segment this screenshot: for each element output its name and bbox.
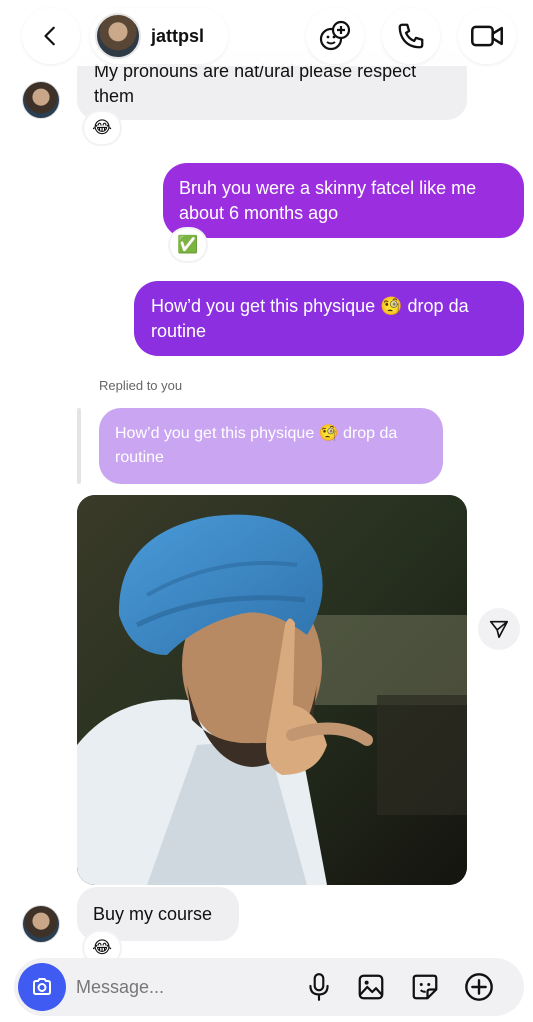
phone-icon (398, 23, 424, 49)
sticker-icon (412, 974, 438, 1000)
plus-icon (465, 973, 493, 1001)
microphone-icon (309, 973, 329, 1001)
share-button[interactable] (478, 608, 520, 650)
image-icon (358, 974, 384, 1000)
sender-avatar[interactable] (22, 905, 60, 943)
camera-icon (33, 978, 51, 995)
gallery-button[interactable] (354, 970, 388, 1004)
gif-message[interactable] (77, 495, 467, 885)
send-icon (489, 620, 509, 639)
outgoing-message[interactable]: Bruh you were a skinny fatcel like me ab… (163, 163, 524, 238)
message-text: Buy my course (93, 904, 213, 924)
call-button[interactable] (382, 8, 440, 64)
message-composer (14, 958, 524, 1016)
message-reaction[interactable]: ✅ (170, 229, 206, 261)
header-username[interactable]: jattpsl (151, 26, 204, 47)
chevron-left-icon (44, 26, 55, 46)
profile-chip[interactable]: jattpsl (90, 8, 228, 64)
chat-header: jattpsl (0, 0, 533, 66)
message-text: How’d you get this physique 🧐 drop da ro… (151, 296, 469, 341)
back-button[interactable] (22, 8, 80, 64)
message-text: My pronouns are nat/ural please respect … (94, 61, 417, 106)
outgoing-message[interactable]: How’d you get this physique 🧐 drop da ro… (134, 281, 524, 356)
message-text: Bruh you were a skinny fatcel like me ab… (179, 178, 477, 223)
header-avatar[interactable] (95, 13, 141, 59)
message-reaction[interactable]: 😂 (84, 112, 120, 144)
gif-image (77, 495, 467, 885)
video-camera-icon (471, 25, 503, 47)
video-call-button[interactable] (458, 8, 516, 64)
sticker-button[interactable] (408, 970, 442, 1004)
reply-label: Replied to you (99, 378, 183, 393)
add-people-icon (319, 20, 351, 51)
sender-avatar[interactable] (22, 81, 60, 119)
quoted-message[interactable]: How’d you get this physique 🧐 drop da ro… (99, 408, 443, 484)
message-input[interactable] (76, 972, 276, 1002)
camera-button[interactable] (18, 963, 66, 1011)
voice-message-button[interactable] (302, 970, 336, 1004)
more-options-button[interactable] (462, 970, 496, 1004)
reply-indicator-bar (77, 408, 81, 484)
add-people-button[interactable] (306, 8, 364, 64)
